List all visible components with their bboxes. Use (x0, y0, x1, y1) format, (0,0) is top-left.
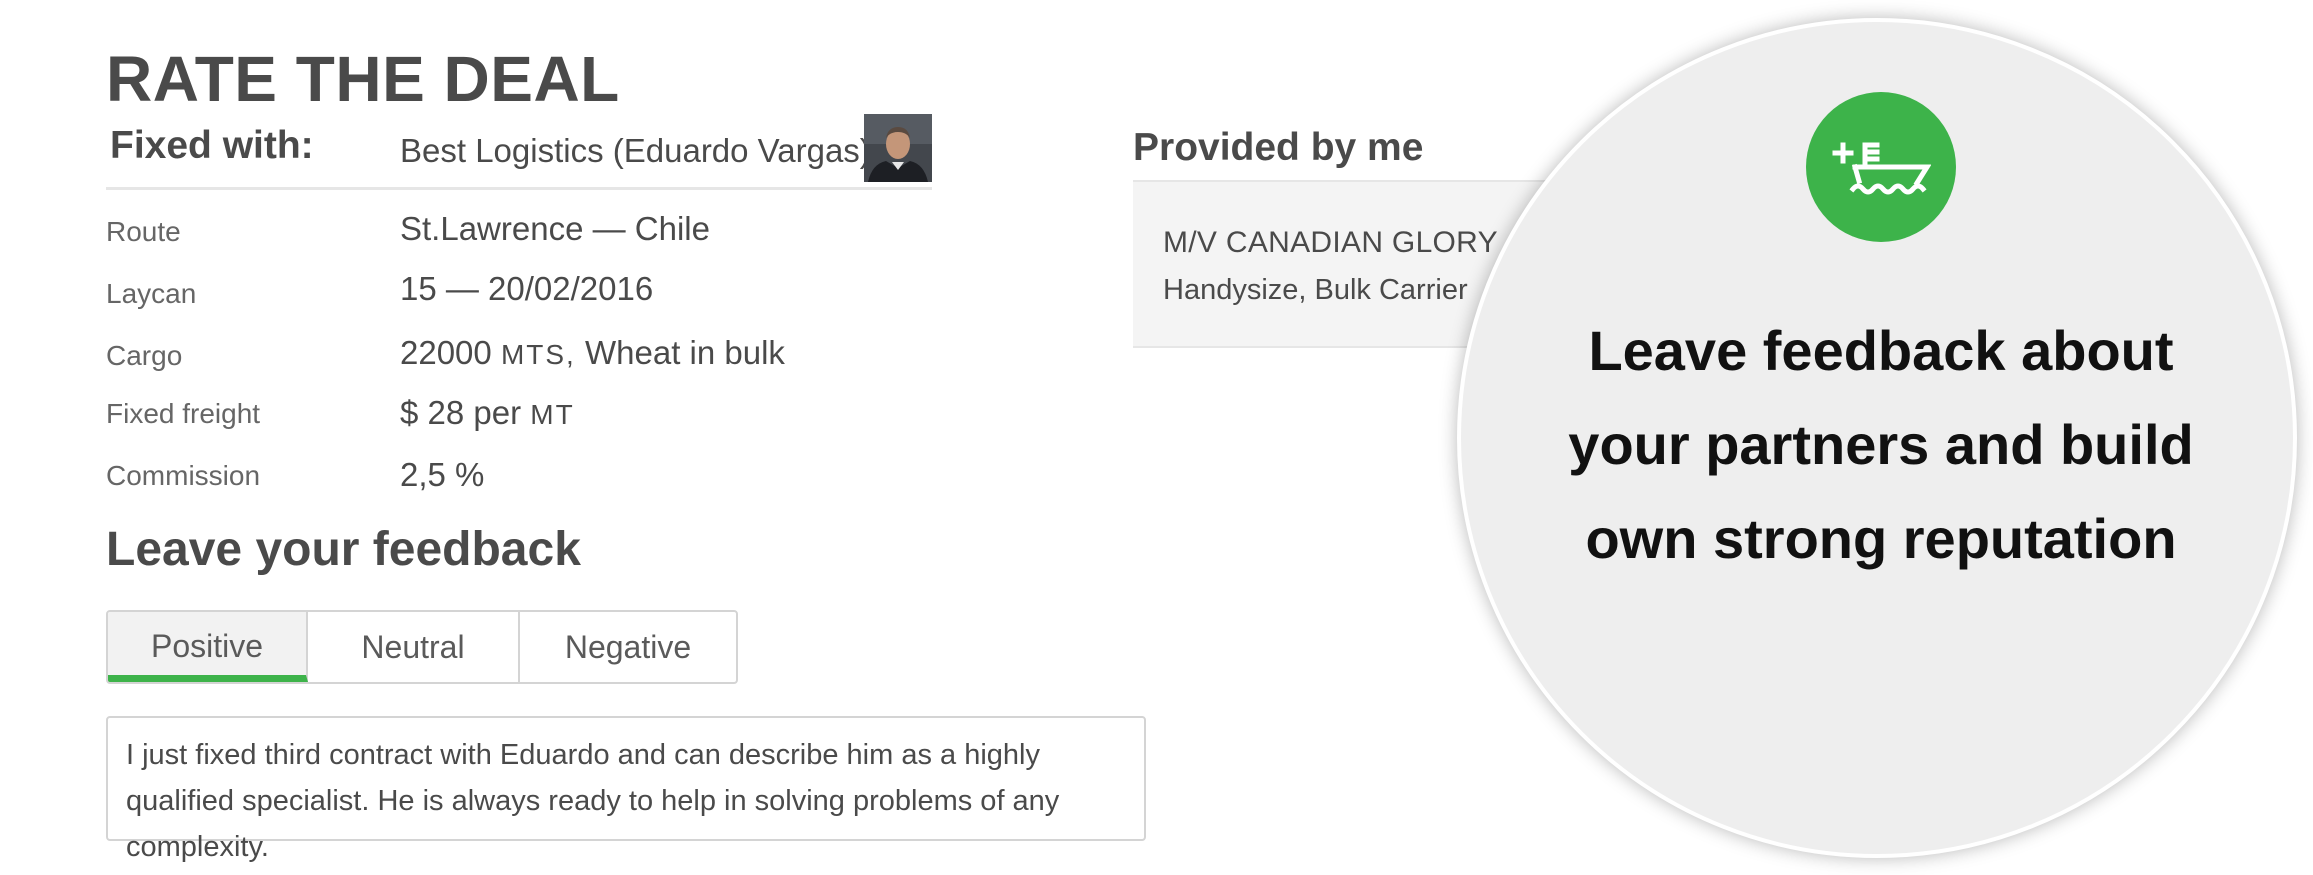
vessel-name: M/V CANADIAN GLORY (1163, 226, 1498, 259)
tab-neutral[interactable]: Neutral (308, 612, 520, 682)
fixed-with-value[interactable]: Best Logistics (Eduardo Vargas) (400, 132, 871, 170)
tab-positive[interactable]: Positive (108, 612, 308, 682)
feedback-textarea[interactable]: I just fixed third contract with Eduardo… (106, 716, 1146, 863)
cargo-unit: MTS, (500, 339, 576, 370)
cargo-amount: 22000 (400, 334, 492, 371)
promo-circle: Leave feedback about your partners and b… (1457, 18, 2297, 858)
cargo-value: 22000 MTS, Wheat in bulk (400, 334, 785, 372)
route-label: Route (106, 216, 181, 247)
page-title: RATE THE DEAL (106, 43, 620, 115)
freight-amount: 28 (427, 394, 465, 431)
avatar[interactable] (864, 114, 932, 182)
cargo-label: Cargo (106, 340, 183, 371)
promo-text: Leave feedback about your partners and b… (1568, 319, 2194, 570)
provided-by-me-title: Provided by me (1133, 126, 1424, 169)
freight-value: $ 28 per MT (400, 394, 575, 432)
feedback-section-title: Leave your feedback (106, 523, 581, 576)
laycan-value: 15 — 20/02/2016 (400, 270, 654, 307)
freight-per: per (473, 394, 522, 431)
ship-add-icon (1806, 92, 1956, 242)
freight-label: Fixed freight (106, 398, 261, 429)
laycan-label: Laycan (106, 278, 197, 309)
commission-value: 2,5 % (400, 456, 485, 493)
freight-currency: $ (400, 394, 419, 431)
cargo-description: Wheat in bulk (585, 334, 785, 371)
fixed-with-label: Fixed with: (110, 124, 314, 167)
commission-label: Commission (106, 460, 261, 491)
vessel-type: Handysize, Bulk Carrier (1163, 274, 1468, 306)
tab-negative[interactable]: Negative (520, 612, 736, 682)
freight-unit: MT (530, 399, 575, 430)
route-value: St.Lawrence — Chile (400, 210, 710, 247)
feedback-tabs: Positive Neutral Negative (106, 610, 738, 684)
fixed-with-row: Fixed with: Best Logistics (Eduardo Varg… (106, 112, 932, 190)
